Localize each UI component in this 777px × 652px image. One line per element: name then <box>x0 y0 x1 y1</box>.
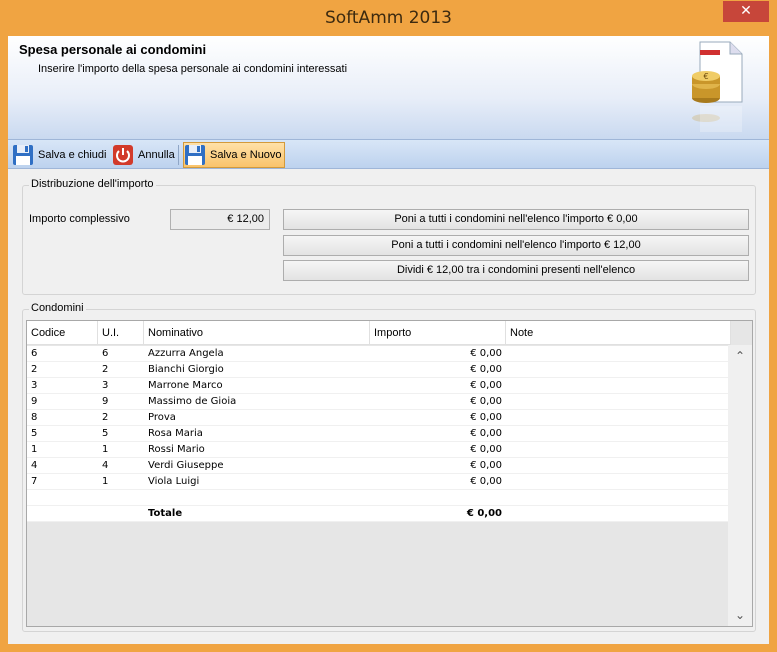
cell-codice[interactable]: 4 <box>27 458 98 474</box>
table-row[interactable]: 9 9 Massimo de Gioia € 0,00 <box>27 394 731 410</box>
cell-nome[interactable]: Prova <box>144 410 370 426</box>
page-title: Spesa personale ai condomini <box>19 42 207 57</box>
table-row[interactable]: 8 2 Prova € 0,00 <box>27 410 731 426</box>
cell-note[interactable] <box>506 458 731 474</box>
cell-note[interactable] <box>506 394 731 410</box>
cell-codice[interactable]: 9 <box>27 394 98 410</box>
floppy-disk-icon <box>185 145 205 165</box>
cancel-label: Annulla <box>138 149 175 161</box>
column-header-note[interactable]: Note <box>506 321 731 345</box>
toolbar-separator <box>178 145 179 165</box>
cell-importo[interactable]: € 0,00 <box>370 378 506 394</box>
floppy-disk-icon <box>13 145 33 165</box>
column-header-ui[interactable]: U.I. <box>98 321 144 345</box>
title-bar[interactable]: SoftAmm 2013 ✕ <box>0 0 777 36</box>
set-all-button[interactable]: Poni a tutti i condomini nell'elenco l'i… <box>283 235 749 256</box>
save-close-label: Salva e chiudi <box>38 149 107 161</box>
cell-note[interactable] <box>506 442 731 458</box>
grid-header: Codice U.I. Nominativo Importo Note <box>27 321 731 345</box>
close-button[interactable]: ✕ <box>723 1 769 22</box>
table-row[interactable]: 4 4 Verdi Giuseppe € 0,00 <box>27 458 731 474</box>
distribution-group-label: Distribuzione dell'importo <box>29 178 156 190</box>
cell-importo[interactable]: € 0,00 <box>370 474 506 490</box>
cell-note[interactable] <box>506 474 731 490</box>
column-header-codice[interactable]: Codice <box>27 321 98 345</box>
table-row[interactable]: 6 6 Azzurra Angela € 0,00 <box>27 346 731 362</box>
condomini-group-label: Condomini <box>29 302 86 314</box>
cell-note[interactable] <box>506 362 731 378</box>
cell-ui[interactable]: 9 <box>98 394 144 410</box>
cell-codice[interactable]: 7 <box>27 474 98 490</box>
cell-nome[interactable]: Bianchi Giorgio <box>144 362 370 378</box>
empty-row <box>27 490 731 506</box>
cell-nome[interactable]: Rossi Mario <box>144 442 370 458</box>
app-window: SoftAmm 2013 ✕ Spesa personale ai condom… <box>0 0 777 652</box>
table-row[interactable]: 1 1 Rossi Mario € 0,00 <box>27 442 731 458</box>
table-row[interactable]: 2 2 Bianchi Giorgio € 0,00 <box>27 362 731 378</box>
power-icon <box>113 145 133 165</box>
total-label: Totale <box>148 508 183 519</box>
cell-nome[interactable]: Azzurra Angela <box>144 346 370 362</box>
cell-codice[interactable]: 5 <box>27 426 98 442</box>
window-title: SoftAmm 2013 <box>325 8 452 28</box>
cell-importo[interactable]: € 0,00 <box>370 362 506 378</box>
condomini-group: Condomini Codice U.I. Nominativo Importo… <box>22 302 756 632</box>
cell-note[interactable] <box>506 378 731 394</box>
cell-nome[interactable]: Massimo de Gioia <box>144 394 370 410</box>
cell-importo[interactable]: € 0,00 <box>370 394 506 410</box>
coins-document-icon: € <box>692 41 743 132</box>
cell-nome[interactable]: Verdi Giuseppe <box>144 458 370 474</box>
scroll-down-icon[interactable]: ⌄ <box>728 606 752 624</box>
condomini-grid: Codice U.I. Nominativo Importo Note 6 6 Az… <box>26 320 753 627</box>
divide-button[interactable]: Dividi € 12,00 tra i condomini presenti … <box>283 260 749 281</box>
table-row[interactable]: 3 3 Marrone Marco € 0,00 <box>27 378 731 394</box>
distribution-group: Distribuzione dell'importo Importo compl… <box>22 178 756 295</box>
cancel-button[interactable]: Annulla <box>112 142 175 168</box>
column-header-importo[interactable]: Importo <box>370 321 506 345</box>
cell-codice[interactable]: 8 <box>27 410 98 426</box>
table-row[interactable]: 5 5 Rosa Maria € 0,00 <box>27 426 731 442</box>
set-zero-button[interactable]: Poni a tutti i condomini nell'elenco l'i… <box>283 209 749 230</box>
cell-codice[interactable]: 2 <box>27 362 98 378</box>
cell-ui[interactable]: 4 <box>98 458 144 474</box>
cell-note[interactable] <box>506 426 731 442</box>
cell-nome[interactable]: Rosa Maria <box>144 426 370 442</box>
total-row: Totale € 0,00 <box>27 506 731 522</box>
vertical-scrollbar[interactable]: ⌃ ⌄ <box>728 345 752 626</box>
cell-nome[interactable]: Viola Luigi <box>144 474 370 490</box>
amount-field[interactable]: € 12,00 <box>170 209 270 230</box>
svg-text:€: € <box>703 72 708 81</box>
cell-importo[interactable]: € 0,00 <box>370 410 506 426</box>
cell-ui[interactable]: 2 <box>98 362 144 378</box>
cell-note[interactable] <box>506 410 731 426</box>
save-new-button[interactable]: Salva e Nuovo <box>183 142 285 168</box>
cell-importo[interactable]: € 0,00 <box>370 346 506 362</box>
cell-ui[interactable]: 1 <box>98 474 144 490</box>
cell-ui[interactable]: 6 <box>98 346 144 362</box>
save-close-button[interactable]: Salva e chiudi <box>12 142 107 168</box>
amount-label: Importo complessivo <box>29 213 130 225</box>
cell-importo[interactable]: € 0,00 <box>370 458 506 474</box>
total-value: € 0,00 <box>466 508 502 519</box>
cell-ui[interactable]: 5 <box>98 426 144 442</box>
scroll-up-icon[interactable]: ⌃ <box>728 347 752 365</box>
cell-codice[interactable]: 1 <box>27 442 98 458</box>
cell-importo[interactable]: € 0,00 <box>370 426 506 442</box>
header-panel: Spesa personale ai condomini Inserire l'… <box>8 36 769 139</box>
page-subtitle: Inserire l'importo della spesa personale… <box>38 63 348 75</box>
cell-ui[interactable]: 1 <box>98 442 144 458</box>
cell-ui[interactable]: 2 <box>98 410 144 426</box>
toolbar: Salva e chiudi Annulla Salva e Nuovo <box>8 139 769 169</box>
cell-nome[interactable]: Marrone Marco <box>144 378 370 394</box>
save-new-label: Salva e Nuovo <box>210 149 282 161</box>
cell-importo[interactable]: € 0,00 <box>370 442 506 458</box>
table-row[interactable]: 7 1 Viola Luigi € 0,00 <box>27 474 731 490</box>
cell-ui[interactable]: 3 <box>98 378 144 394</box>
column-header-nominativo[interactable]: Nominativo <box>144 321 370 345</box>
cell-note[interactable] <box>506 346 731 362</box>
client-area: Spesa personale ai condomini Inserire l'… <box>8 36 769 644</box>
cell-codice[interactable]: 3 <box>27 378 98 394</box>
cell-codice[interactable]: 6 <box>27 346 98 362</box>
